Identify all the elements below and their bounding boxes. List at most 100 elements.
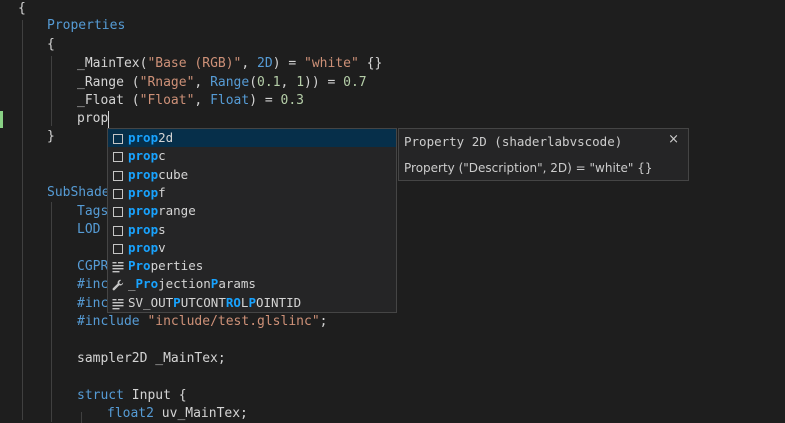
suggest-item[interactable]: propv [108, 239, 396, 257]
code-token: "Float" [139, 93, 195, 108]
code-token: Float [210, 93, 250, 108]
code-token: "Rnage" [139, 75, 195, 90]
suggest-item[interactable]: propf [108, 184, 396, 202]
code-line: _MainTex("Base (RGB)", 2D) = "white" {} [77, 55, 382, 73]
label-text: arams [218, 276, 256, 292]
text-cursor [108, 111, 109, 128]
code-line: } [47, 129, 55, 144]
label-text: OINTID [255, 294, 302, 310]
suggest-item-label: _ProjectionParams [128, 275, 256, 293]
field-decl: uv_MainTex; [153, 406, 248, 421]
indent-guide [22, 20, 23, 420]
suggest-widget[interactable]: prop2d propc propcube propf proprange props pr… [107, 128, 397, 313]
code-line: { [47, 37, 55, 52]
match-highlight: prop [128, 184, 159, 200]
code-line: #inc [77, 296, 109, 311]
snippet-icon [112, 205, 124, 218]
code-token: _Range ( [77, 75, 140, 90]
label-text: SV_OUT [128, 294, 174, 310]
code-line: #include "include/test.glslinc"; [77, 313, 327, 331]
code-token: , [194, 75, 211, 90]
suggest-item-label: SV_OUTPUTCONTROLPOINTID [128, 294, 301, 312]
match-highlight: Pro [128, 258, 151, 274]
code-token: _Float ( [77, 93, 140, 108]
suggest-item[interactable]: props [108, 221, 396, 239]
code-line: Properties [47, 18, 126, 33]
match-highlight: P [248, 294, 256, 310]
code-line: #inc [77, 277, 109, 292]
include-keyword: #include [77, 314, 140, 329]
details-documentation: Property ("Description", 2D) = "white" {… [404, 161, 653, 175]
suggest-item[interactable]: _ProjectionParams [108, 275, 396, 293]
indent-guide [81, 412, 82, 423]
wrench-icon [112, 278, 124, 291]
code-token: 0.1 [257, 75, 281, 90]
suggest-item[interactable]: Properties [108, 257, 396, 275]
suggest-item-label: propf [128, 184, 166, 202]
include-path: "include/test.glslinc" [147, 314, 320, 329]
indent-guide [51, 202, 52, 422]
suggest-item-label: propv [128, 239, 166, 257]
snippet-icon [112, 150, 124, 163]
code-token: 2D [257, 56, 273, 71]
code-editor[interactable]: { Properties { _MainTex("Base (RGB)", 2D… [0, 0, 785, 423]
label-text: jection [158, 276, 211, 292]
label-text: cube [158, 166, 189, 182]
code-token: 1 [296, 75, 305, 90]
struct-decl: Input { [123, 388, 187, 403]
match-highlight: P [173, 294, 181, 310]
modified-line-marker [0, 111, 3, 128]
code-token: ) = [249, 93, 281, 108]
suggest-item-label: propc [128, 147, 166, 165]
code-line: LOD [77, 222, 101, 237]
label-text: range [158, 203, 196, 219]
suggest-item[interactable]: propc [108, 147, 396, 165]
code-token: , [280, 75, 297, 90]
suggest-item[interactable]: propcube [108, 166, 396, 184]
code-line: _Float ("Float", Float) = 0.3 [77, 92, 304, 110]
suggest-item-label: propcube [128, 166, 188, 184]
code-line: Tags [77, 204, 109, 219]
semicolon: ; [319, 314, 328, 329]
match-highlight: prop [128, 166, 159, 182]
suggest-item[interactable]: SV_OUTPUTCONTROLPOINTID [108, 294, 396, 312]
details-title: Property 2D (shaderlabvscode) [404, 134, 623, 149]
code-token: "Base (RGB)" [147, 56, 242, 71]
code-token: ( [249, 75, 258, 90]
suggest-item-label: props [128, 221, 166, 239]
suggest-item-label: Properties [128, 257, 203, 275]
code-line: SubShade [47, 185, 110, 200]
match-highlight: prop [128, 239, 159, 255]
code-line: _Range ("Rnage", Range(0.1, 1)) = 0.7 [77, 74, 367, 92]
keyword-icon [112, 260, 124, 273]
struct-keyword: struct [77, 388, 124, 403]
label-text: _ [128, 276, 136, 292]
keyword-icon [112, 297, 124, 310]
code-line: CGPR [77, 259, 109, 274]
code-line: float2 uv_MainTex; [107, 405, 248, 423]
code-token: 0.3 [280, 93, 305, 108]
code-token: , [194, 93, 211, 108]
label-text: 2d [158, 130, 174, 145]
match-highlight: prop [128, 203, 159, 219]
code-line: { [18, 1, 26, 16]
match-highlight: Pro [135, 276, 159, 292]
code-token: , [241, 56, 258, 71]
label-text: f [158, 184, 166, 200]
suggest-item[interactable]: proprange [108, 202, 396, 220]
label-text: s [158, 221, 166, 237]
match-highlight: prop [128, 148, 159, 164]
label-text: c [158, 148, 166, 164]
close-icon[interactable]: × [668, 132, 679, 147]
snippet-icon [112, 169, 124, 181]
snippet-icon [112, 224, 124, 236]
suggest-item-label: proprange [128, 202, 196, 220]
snippet-icon [112, 187, 124, 199]
code-line-current: prop [77, 111, 109, 126]
code-token: )) = [304, 75, 344, 90]
snippet-icon [112, 242, 124, 254]
match-highlight: prop [128, 130, 159, 145]
suggest-item[interactable]: prop2d [108, 129, 396, 147]
code-token: Range [210, 75, 250, 90]
label-text: UTCONT [180, 294, 226, 310]
